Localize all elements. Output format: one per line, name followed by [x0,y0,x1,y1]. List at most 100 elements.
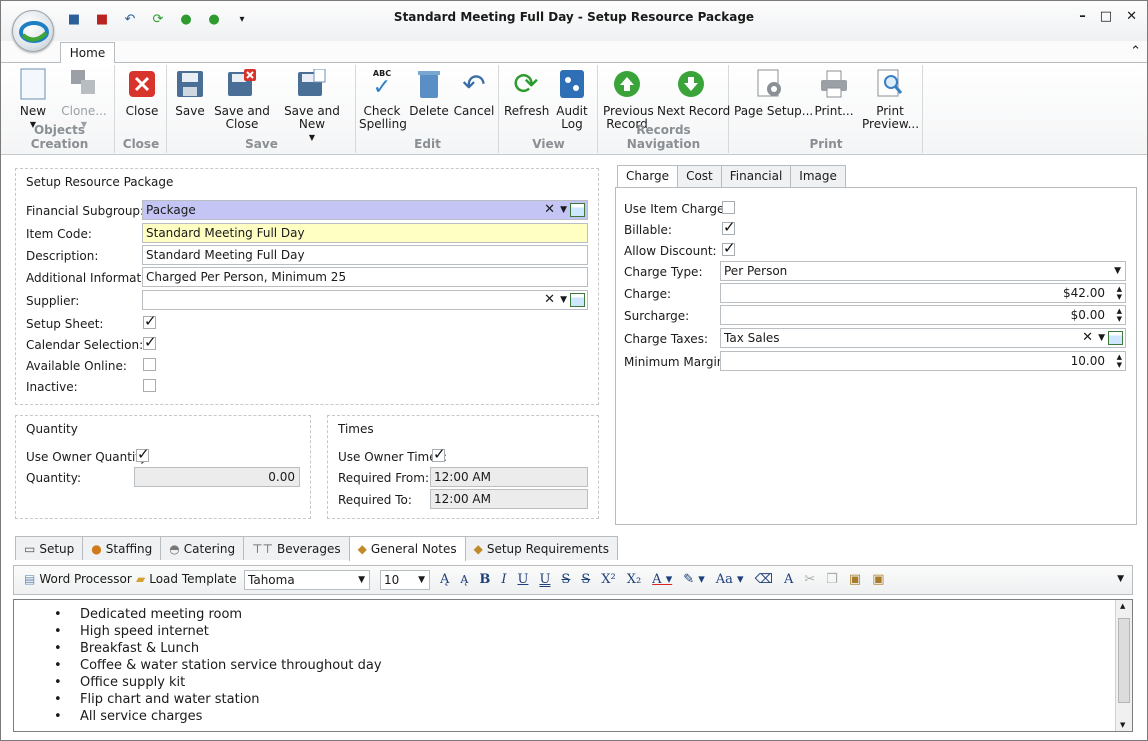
additional-info-input[interactable]: Charged Per Person, Minimum 25 [142,267,588,287]
general-notes-editor[interactable]: Dedicated meeting room High speed intern… [13,599,1133,732]
use-item-charges-checkbox[interactable] [722,201,735,214]
font-select[interactable]: Tahoma ▼ [244,570,370,590]
tab-cost[interactable]: Cost [677,165,722,187]
font-size-select[interactable]: 10 ▼ [380,570,430,590]
word-processor-button[interactable]: ▤ Word Processor [24,572,132,586]
financial-subgroup-combo[interactable]: Package ✕ ▼ [142,200,588,220]
minimum-margin-label: Minimum Margin: [624,355,729,369]
page-setup-button[interactable]: Page Setup... [734,67,813,118]
billable-checkbox[interactable] [722,218,736,236]
chevron-down-icon[interactable]: ▼ [358,571,365,589]
collapse-ribbon-icon[interactable]: ⌃ [1130,44,1141,59]
underline-icon[interactable]: U [517,572,528,587]
tab-catering[interactable]: ◓ Catering [160,536,245,560]
tab-staffing[interactable]: ● Staffing [82,536,162,560]
double-underline-icon[interactable]: U [539,572,550,587]
tab-setup-requirements[interactable]: ◆ Setup Requirements [464,536,619,560]
spin-icon[interactable]: ▲ ▼ [1117,353,1122,369]
italic-icon[interactable]: I [501,572,506,587]
chevron-down-icon[interactable]: ▼ [1098,329,1105,347]
inactive-checkbox[interactable] [143,379,156,392]
use-owner-quantity-checkbox[interactable] [136,445,150,463]
clear-format-icon[interactable]: ⌫ [755,572,773,587]
tab-setup[interactable]: ▭ Setup [15,536,84,560]
save-and-new-button[interactable]: Save and New ▼ [276,67,348,144]
minimum-margin-input[interactable]: 10.00 ▲ ▼ [720,351,1126,371]
previous-record-button[interactable]: Previous Record [603,67,654,131]
tab-image[interactable]: Image [790,165,846,187]
vertical-scrollbar[interactable]: ▲ ▼ [1115,600,1132,731]
charge-input[interactable]: $42.00 ▲ ▼ [720,283,1126,303]
grow-font-icon[interactable]: Ą [440,572,449,587]
clear-icon[interactable]: ✕ [544,201,555,219]
ribbon-group-objects-creation: New ▼ Clone... ▼ Objects Creation [5,65,115,153]
new-button[interactable]: New ▼ [13,67,53,131]
quantity-input[interactable]: 0.00 [134,467,300,487]
clone-button[interactable]: Clone... ▼ [59,67,109,131]
chevron-down-icon[interactable]: ▼ [560,201,567,219]
surcharge-input[interactable]: $0.00 ▲ ▼ [720,305,1126,325]
paste-special-icon[interactable]: ▣ [872,572,884,587]
save-and-close-button[interactable]: Save and Close [214,67,270,131]
minimize-button[interactable]: – [1079,9,1086,24]
use-owner-times-checkbox[interactable] [432,445,446,463]
strikethrough-icon[interactable]: S [561,572,570,587]
app-logo-button[interactable] [12,10,54,52]
ribbon-group-records-navigation: Previous Record Next Record Records Navi… [599,65,730,153]
shrink-font-icon[interactable]: Ą [460,573,468,586]
print-preview-button[interactable]: Print Preview... [862,67,919,131]
cancel-button[interactable]: ↶ Cancel [453,67,495,118]
close-button[interactable]: Close [122,67,162,118]
delete-button[interactable]: Delete [409,67,449,118]
refresh-button[interactable]: ⟳ Refresh [504,67,549,118]
font-color-icon[interactable]: A ▾ [652,572,672,587]
tab-charge[interactable]: Charge [617,165,679,188]
superscript-icon[interactable]: X² [601,572,615,587]
next-record-button[interactable]: Next Record [657,67,730,118]
double-strikethrough-icon[interactable]: S [581,572,590,587]
highlight-icon[interactable]: ✎ ▾ [683,572,705,587]
print-button[interactable]: Print... [812,67,856,118]
charge-taxes-combo[interactable]: Tax Sales ✕ ▼ [720,328,1126,348]
lookup-grid-icon[interactable] [570,203,585,217]
charge-type-select[interactable]: Per Person ▼ [720,261,1126,281]
font-dialog-icon[interactable]: A [784,572,793,587]
allow-discount-checkbox[interactable] [722,239,736,257]
chevron-down-icon[interactable]: ▼ [1114,262,1121,280]
save-button[interactable]: Save [172,67,208,118]
tab-home[interactable]: Home [60,42,115,64]
copy-icon[interactable]: ❐ [826,572,838,587]
supplier-combo[interactable]: ✕ ▼ [142,290,588,310]
spin-icon[interactable]: ▲ ▼ [1117,307,1122,323]
item-code-input[interactable]: Standard Meeting Full Day [142,223,588,243]
clear-icon[interactable]: ✕ [544,291,555,309]
close-window-button[interactable]: ✕ [1126,9,1137,24]
ribbon-group-save: Save Save and Close Save and New ▼ Save [168,65,356,153]
description-input[interactable]: Standard Meeting Full Day [142,245,588,265]
toolbar-overflow-icon[interactable]: ▼ [1117,574,1124,584]
scrollbar-thumb[interactable] [1118,618,1130,703]
available-online-checkbox[interactable] [143,358,156,371]
check-spelling-button[interactable]: ABC ✓ Check Spelling [359,67,407,131]
clear-icon[interactable]: ✕ [1082,329,1093,347]
audit-log-button[interactable]: Audit Log [552,67,592,131]
bold-icon[interactable]: B [479,572,490,587]
load-template-button[interactable]: ▰ Load Template [136,572,237,586]
chevron-down-icon[interactable]: ▼ [418,571,425,589]
chevron-down-icon[interactable]: ▼ [560,291,567,309]
tab-financial[interactable]: Financial [720,165,792,187]
cut-icon[interactable]: ✂ [804,572,815,587]
subscript-icon[interactable]: X₂ [627,572,641,587]
lookup-grid-icon[interactable] [570,293,585,307]
paste-icon[interactable]: ▣ [849,572,861,587]
required-to-input[interactable]: 12:00 AM [430,489,588,509]
setup-sheet-checkbox[interactable] [143,312,157,330]
change-case-icon[interactable]: Aa ▾ [716,572,744,587]
calendar-selection-checkbox[interactable] [143,333,157,351]
spin-icon[interactable]: ▲ ▼ [1117,285,1122,301]
lookup-grid-icon[interactable] [1108,331,1123,345]
required-from-input[interactable]: 12:00 AM [430,467,588,487]
tab-general-notes[interactable]: ◆ General Notes [348,536,466,561]
tab-beverages[interactable]: ⊤⊤ Beverages [243,536,350,560]
maximize-button[interactable]: □ [1100,9,1112,24]
